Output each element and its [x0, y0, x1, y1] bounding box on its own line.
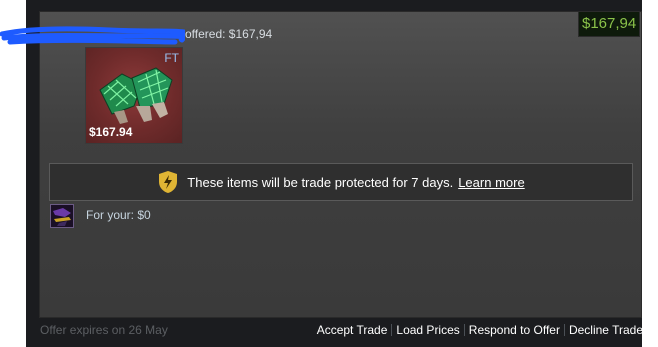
action-divider: [391, 324, 393, 336]
item-wear-tag: FT: [164, 51, 179, 65]
page-margin-right: [642, 0, 658, 347]
page-margin-left: [0, 0, 26, 347]
trade-protection-message: These items will be trade protected for …: [187, 174, 454, 190]
trade-protection-notice: These items will be trade protected for …: [49, 163, 633, 201]
total-value-badge: $167,94: [578, 11, 641, 37]
avatar[interactable]: [50, 204, 74, 228]
accept-trade-link[interactable]: Accept Trade: [317, 323, 388, 337]
item-price: $167.94: [89, 125, 133, 139]
offer-actions: Accept Trade Load Prices Respond to Offe…: [317, 323, 643, 337]
offer-expiry: Offer expires on 26 May: [40, 323, 168, 337]
decline-trade-link[interactable]: Decline Trade: [569, 323, 643, 337]
offered-summary: offered: $167,94: [185, 27, 273, 41]
trade-protection-shield-icon: [159, 171, 178, 193]
trade-item-tile[interactable]: FT $167.94: [85, 47, 183, 144]
your-items-summary: For your: $0: [86, 208, 151, 222]
avatar-image: [51, 205, 73, 227]
gloves-icon: [99, 67, 173, 124]
action-divider: [563, 324, 565, 336]
redaction-scribble: [0, 26, 185, 45]
respond-to-offer-link[interactable]: Respond to Offer: [469, 323, 560, 337]
load-prices-link[interactable]: Load Prices: [396, 323, 459, 337]
action-divider: [463, 324, 465, 336]
learn-more-link[interactable]: Learn more: [458, 175, 524, 190]
